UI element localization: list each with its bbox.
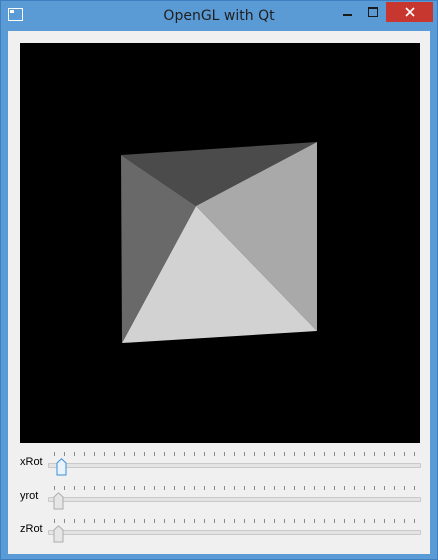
close-button[interactable] [386, 2, 433, 22]
maximize-button[interactable] [360, 2, 386, 22]
title-bar[interactable]: OpenGL with Qt [1, 1, 437, 31]
slider-groove[interactable] [48, 530, 421, 535]
slider-handle-yrot[interactable] [53, 492, 64, 510]
minimize-button[interactable] [334, 2, 360, 22]
slider-handle-xrot[interactable] [56, 458, 67, 476]
yrot-slider[interactable] [48, 485, 421, 510]
xrot-slider[interactable] [48, 451, 421, 476]
slider-ticks [54, 519, 415, 523]
pyramid-render [20, 43, 420, 443]
slider-row-yrot: yrot [8, 483, 430, 511]
close-icon [404, 7, 415, 17]
app-window: OpenGL with Qt xRot yrot zRot [0, 0, 438, 560]
slider-row-zrot: zRot [8, 516, 430, 544]
client-area: xRot yrot zRot [8, 31, 430, 554]
slider-label-xrot: xRot [20, 456, 43, 468]
slider-groove[interactable] [48, 463, 421, 468]
slider-label-yrot: yrot [20, 490, 39, 502]
slider-groove[interactable] [48, 497, 421, 502]
minimize-icon [342, 14, 352, 16]
slider-label-zrot: zRot [20, 523, 43, 535]
maximize-icon [368, 7, 378, 17]
zrot-slider[interactable] [48, 518, 421, 543]
slider-row-xrot: xRot [8, 449, 430, 477]
slider-handle-zrot[interactable] [53, 525, 64, 543]
slider-ticks [54, 452, 415, 456]
opengl-viewport[interactable] [20, 43, 420, 443]
slider-ticks [54, 486, 415, 490]
